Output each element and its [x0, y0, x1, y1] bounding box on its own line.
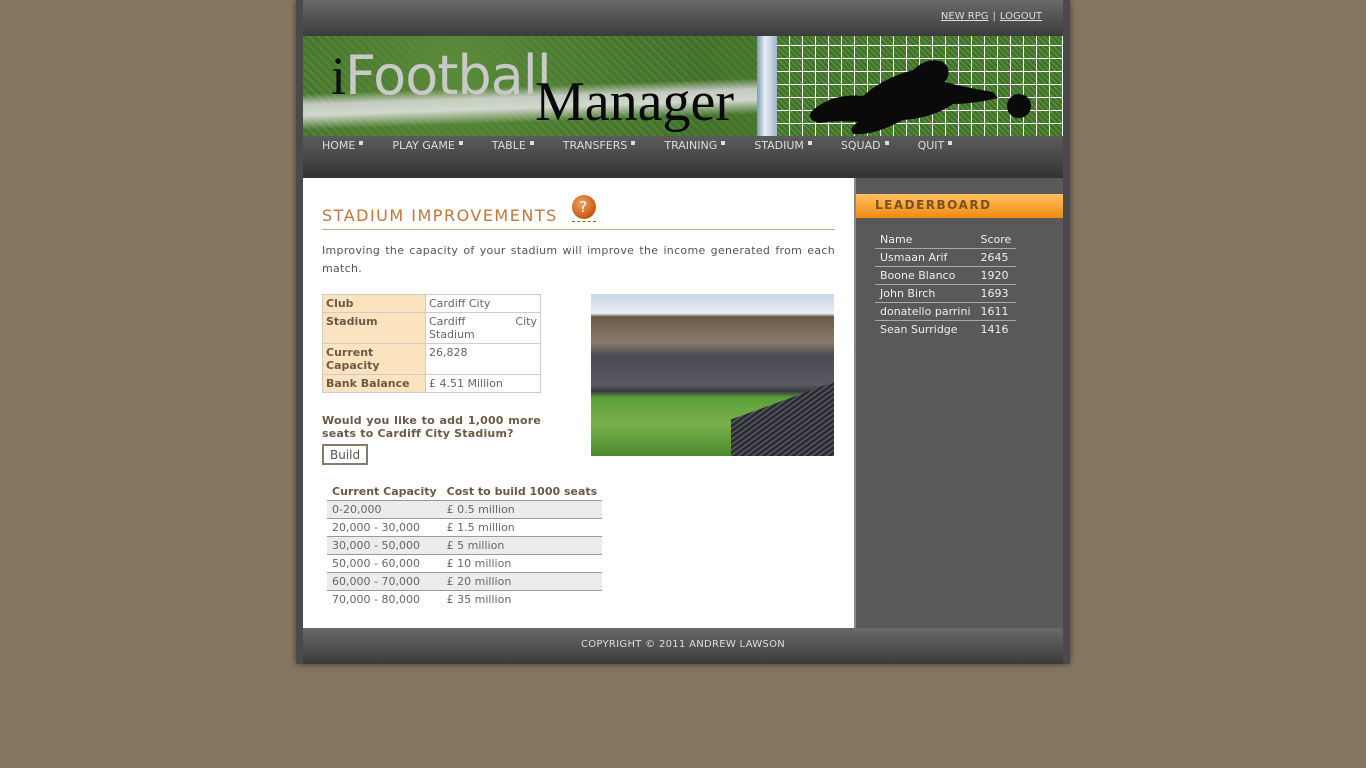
leaderboard-row: Usmaan Arif 2645 — [875, 248, 1017, 267]
page-frame: NEW RPG | LOGOUT iFootball Manager HOME PL… — [296, 0, 1070, 664]
column-header: Current Capacity — [327, 484, 442, 501]
leaderboard-row: John Birch 1693 — [875, 284, 1017, 303]
logo-football: iFootball — [331, 44, 552, 107]
nav-home[interactable]: HOME — [322, 136, 364, 152]
leaderboard-row: Boone Blanco 1920 — [875, 266, 1017, 285]
column-header: Cost to build 1000 seats — [441, 484, 603, 501]
table-row: 30,000 - 50,000 £ 5 million — [327, 536, 603, 555]
nav-quit[interactable]: QUIT — [918, 136, 953, 152]
nav-stadium[interactable]: STADIUM — [754, 136, 812, 152]
logout-link[interactable]: LOGOUT — [1000, 11, 1042, 22]
bullet-icon — [807, 141, 812, 145]
bullet-icon — [631, 141, 636, 145]
page-title: STADIUM IMPROVEMENTS? — [322, 195, 835, 230]
info-row: Bank Balance £ 4.51 Million — [322, 374, 541, 393]
nav-training[interactable]: TRAINING — [664, 136, 726, 152]
sidebar: LEADERBOARD Name Score Usmaan Arif 2645 Bo… — [854, 178, 1063, 628]
logo-manager: Manager — [535, 71, 735, 133]
cost-table: Current Capacity Cost to build 1000 seats… — [327, 484, 603, 608]
intro-text: Improving the capacity of your stadium w… — [322, 244, 835, 275]
stadium-photo — [591, 294, 834, 456]
bullet-icon — [721, 141, 726, 145]
table-row: 50,000 - 60,000 £ 10 million — [327, 554, 603, 573]
nav-table[interactable]: TABLE — [492, 136, 534, 152]
leaderboard-title: LEADERBOARD — [856, 194, 1063, 218]
column-header: Score — [975, 232, 1017, 249]
column-header: Name — [875, 232, 976, 249]
leaderboard-row: Sean Surridge 1416 — [880, 322, 1009, 336]
leaderboard-table: Name Score Usmaan Arif 2645 Boone Blanco 19… — [875, 232, 1017, 338]
info-row: Club Cardiff City — [322, 294, 541, 313]
goal-post — [757, 36, 777, 136]
nav-play-game[interactable]: PLAY GAME — [392, 136, 463, 152]
banner: iFootball Manager — [303, 36, 1063, 136]
goalkeeper-silhouette-icon — [809, 60, 1031, 135]
bullet-icon — [948, 141, 953, 145]
table-row: 0-20,000 £ 0.5 million — [327, 500, 603, 519]
bullet-icon — [359, 141, 364, 145]
bullet-icon — [884, 141, 889, 145]
help-icon[interactable]: ? — [572, 195, 596, 222]
table-row: 70,000 - 80,000 £ 35 million — [327, 590, 603, 608]
main-nav: HOME PLAY GAME TABLE TRANSFERS TRAINING … — [303, 136, 1063, 178]
build-button[interactable]: Build — [322, 444, 369, 465]
stadium-info-table: Club Cardiff City Stadium Cardiff City Sta… — [322, 294, 541, 393]
main-content: STADIUM IMPROVEMENTS? Improving the capa… — [303, 178, 854, 628]
link-separator: | — [992, 11, 996, 22]
account-links: NEW RPG | LOGOUT — [941, 11, 1042, 22]
footer: COPYRIGHT © 2011 ANDREW LAWSON — [303, 628, 1063, 664]
leaderboard-row: donatello parrini 1611 — [875, 302, 1017, 321]
bullet-icon — [458, 141, 463, 145]
info-row: Current Capacity 26,828 — [322, 343, 541, 375]
bullet-icon — [529, 141, 534, 145]
nav-transfers[interactable]: TRANSFERS — [563, 136, 636, 152]
build-question: Would you like to add 1,000 more seats t… — [322, 414, 541, 440]
table-row: 20,000 - 30,000 £ 1.5 million — [327, 518, 603, 537]
info-row: Stadium Cardiff City Stadium — [322, 312, 541, 344]
nav-squad[interactable]: SQUAD — [841, 136, 889, 152]
top-bar: NEW RPG | LOGOUT — [303, 0, 1063, 36]
new-rpg-link[interactable]: NEW RPG — [941, 11, 989, 22]
table-row: 60,000 - 70,000 £ 20 million — [327, 572, 603, 591]
